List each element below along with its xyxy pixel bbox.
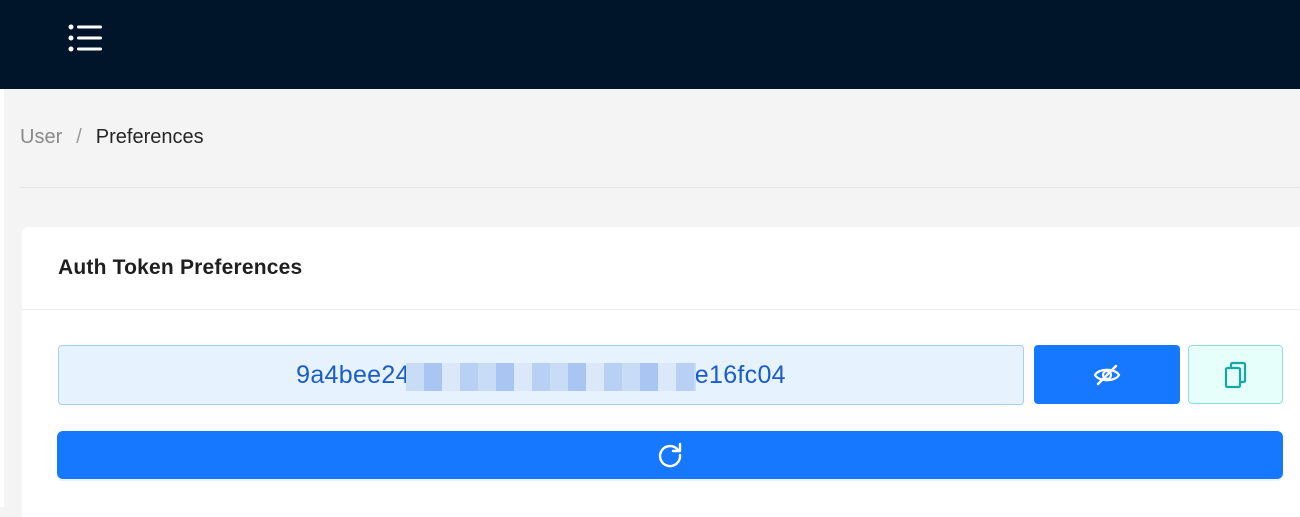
token-prefix: 9a4bee24 — [296, 360, 410, 389]
breadcrumb-separator: / — [76, 126, 82, 148]
card-header: Auth Token Preferences — [22, 227, 1300, 310]
regenerate-token-button[interactable] — [57, 431, 1283, 479]
menu-toggle-button[interactable] — [64, 18, 108, 58]
copy-icon — [1224, 361, 1246, 388]
breadcrumb-divider — [20, 187, 1300, 188]
auth-token-card: Auth Token Preferences 9a4bee24 e16fc04 — [22, 227, 1300, 517]
refresh-icon — [658, 442, 682, 468]
token-suffix: e16fc04 — [694, 360, 786, 389]
sidebar-edge — [0, 89, 4, 507]
breadcrumb-item-preferences: Preferences — [95, 126, 204, 148]
auth-token-field[interactable]: 9a4bee24 e16fc04 — [58, 345, 1024, 405]
toggle-token-visibility-button[interactable] — [1034, 345, 1180, 404]
eye-slash-icon — [1093, 364, 1121, 385]
auth-token-value: 9a4bee24 e16fc04 — [296, 360, 786, 391]
breadcrumb: User / Preferences — [20, 125, 204, 149]
copy-token-button[interactable] — [1188, 345, 1283, 404]
breadcrumb-item-user[interactable]: User — [20, 126, 62, 148]
token-redaction-blur — [406, 362, 697, 391]
card-title: Auth Token Preferences — [58, 256, 303, 279]
menu-list-icon — [68, 24, 102, 52]
top-header — [0, 0, 1300, 89]
